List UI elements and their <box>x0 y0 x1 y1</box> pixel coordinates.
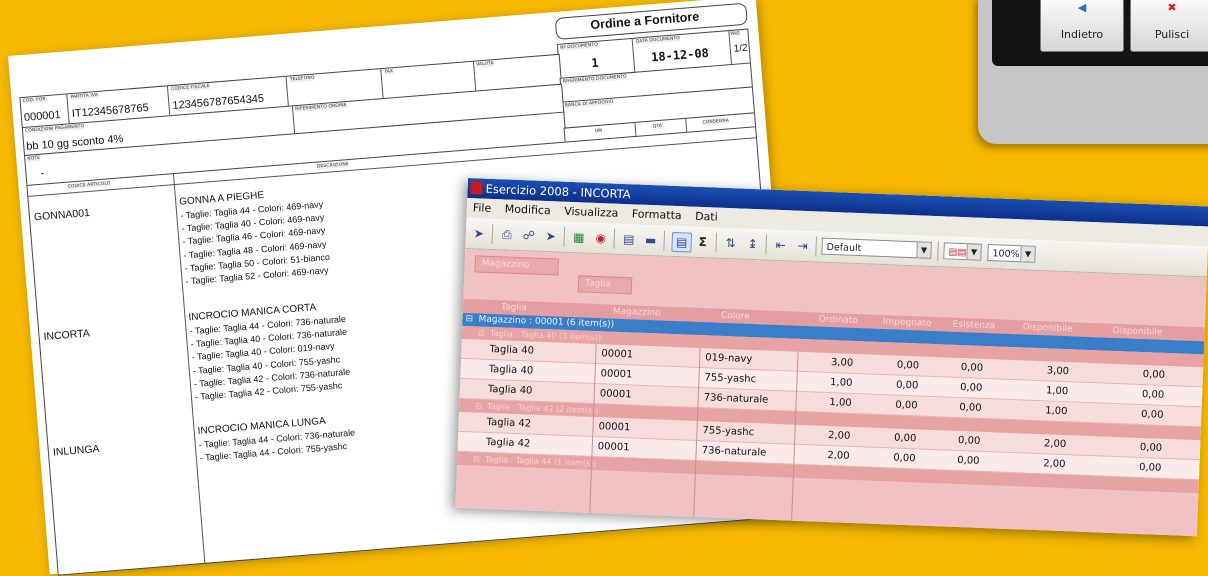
menu-visualizza[interactable]: Visualizza <box>564 205 619 220</box>
menu-modifica[interactable]: Modifica <box>505 202 551 217</box>
group-chip-taglia[interactable]: Taglia <box>577 275 633 295</box>
columns-icon[interactable]: ▤ <box>671 231 693 253</box>
document-title: Ordine a Fornitore <box>589 9 700 33</box>
group-chip-magazzino[interactable]: Magazzino <box>474 255 559 276</box>
app-icon <box>470 181 483 195</box>
column-header[interactable]: Colore <box>721 309 750 324</box>
page-number: 1/2 <box>733 42 749 55</box>
device-screen: ◀ Indietro ✖ Pulisci <box>992 0 1208 66</box>
excel-icon[interactable]: ▦ <box>569 228 588 247</box>
send-icon[interactable]: ➤ <box>541 227 560 246</box>
article-description: INCROCIO MANICA CORTA - Taglie: Taglia 4… <box>188 302 351 403</box>
back-arrow-icon: ◀ <box>1077 1 1087 14</box>
collapse-icon[interactable]: ⊟ <box>473 452 480 465</box>
collapse-icon[interactable]: ⊟ <box>465 313 473 326</box>
gridlines-combo[interactable]: ▤▤ ▼ <box>943 242 982 261</box>
gridlines-icon: ▤▤ <box>948 246 967 259</box>
clear-x-icon: ✖ <box>1167 1 1177 14</box>
filter-icon[interactable]: ▬ <box>641 231 660 250</box>
print-icon[interactable]: ⎙ <box>498 225 517 244</box>
article-description: GONNA A PIEGHE - Taglie: Taglia 44 - Col… <box>178 189 331 287</box>
column-header[interactable]: Taglia <box>501 300 527 315</box>
collapse-icon[interactable]: ⊟ <box>478 327 485 340</box>
sum-icon[interactable]: Σ <box>693 233 712 252</box>
document-number: 1 <box>590 55 600 71</box>
collapse-icon[interactable]: ⊟ <box>475 399 482 412</box>
export-icon[interactable]: ➤ <box>470 224 489 243</box>
style-combo[interactable]: Default ▼ <box>821 237 932 259</box>
grid-icon[interactable]: ▤ <box>619 230 638 249</box>
pivot-grid: Magazzino Taglia Taglia Magazzino Colore… <box>455 248 1207 537</box>
clear-button[interactable]: ✖ Pulisci <box>1130 0 1208 52</box>
outdent-icon[interactable]: ⇥ <box>793 237 812 256</box>
column-header[interactable]: Ordinato <box>819 313 859 328</box>
article-description: INCROCIO MANICA LUNGA - Taglie: Taglia 4… <box>197 415 356 464</box>
zoom-combo[interactable]: 100% ▼ <box>987 244 1036 263</box>
spreadsheet-window: Esercizio 2008 - INCORTA File Modifica V… <box>455 178 1208 537</box>
menu-formatta[interactable]: Formatta <box>632 207 682 222</box>
menu-file[interactable]: File <box>473 201 492 215</box>
notes-value: - <box>40 167 45 180</box>
chevron-down-icon[interactable]: ▼ <box>1020 246 1035 262</box>
sort-icon[interactable]: ⇅ <box>721 234 740 253</box>
chevron-down-icon[interactable]: ▼ <box>916 242 931 258</box>
sort-desc-icon[interactable]: ↨ <box>743 235 762 254</box>
back-button[interactable]: ◀ Indietro <box>1040 0 1124 52</box>
touch-device: ◀ Indietro ✖ Pulisci <box>978 0 1208 144</box>
window-title: Esercizio 2008 - INCORTA <box>485 181 631 202</box>
print-preview-icon[interactable]: ☍ <box>520 226 539 245</box>
indent-icon[interactable]: ⇤ <box>771 236 790 255</box>
chart-icon[interactable]: ◉ <box>591 229 610 248</box>
menu-dati[interactable]: Dati <box>695 210 718 224</box>
chevron-down-icon[interactable]: ▼ <box>966 244 981 260</box>
